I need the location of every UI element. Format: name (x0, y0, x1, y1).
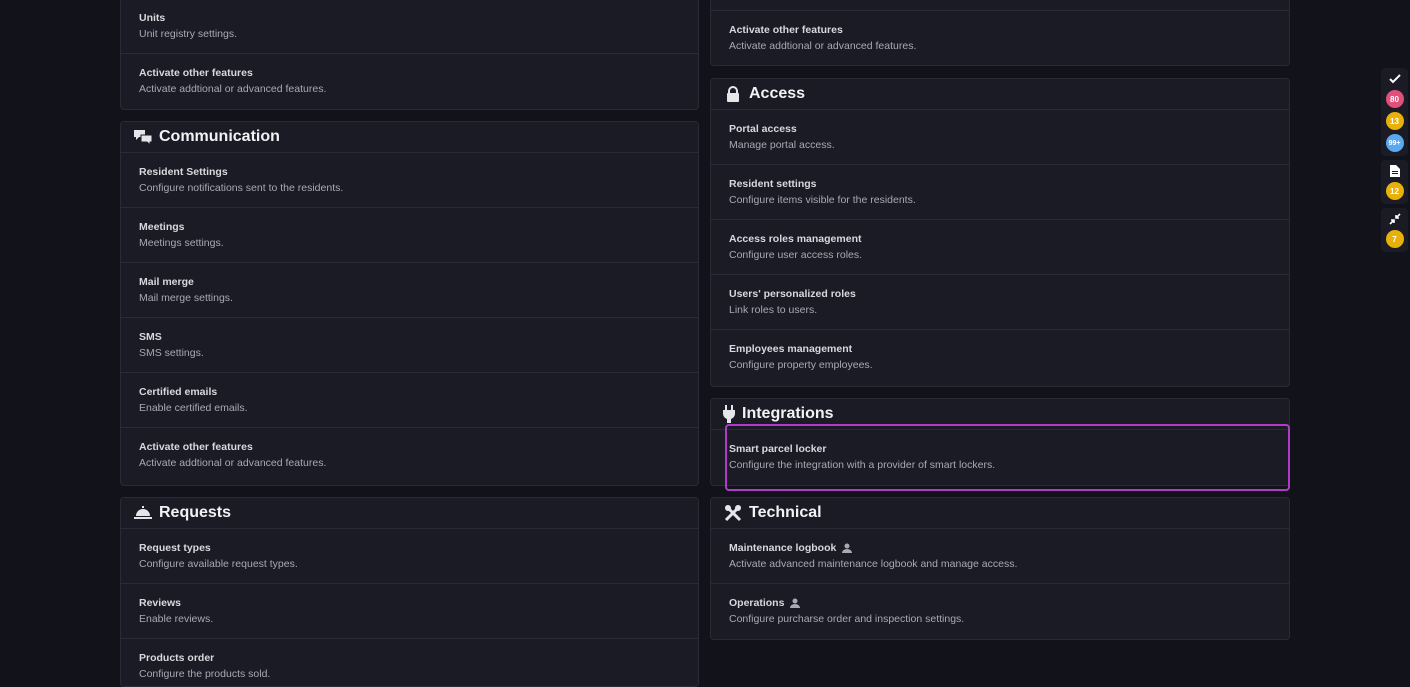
item-description: Enable certified emails. (139, 402, 248, 414)
item-description: Configure property employees. (729, 359, 873, 371)
item-description: Activate addtional or advanced features. (139, 83, 327, 95)
item-title: Resident Settings (139, 166, 228, 178)
item-title: Users' personalized roles (729, 288, 856, 300)
technical-title: Technical (749, 504, 822, 521)
side-rail: 80 13 99+ 12 7 (1381, 68, 1408, 252)
settings-item-units[interactable]: Units Unit registry settings. (121, 0, 698, 54)
settings-item-hidden (711, 0, 1289, 11)
item-description: Mail merge settings. (139, 292, 233, 304)
documents-group: 12 (1381, 160, 1408, 204)
settings-item-meetings[interactable]: Meetings Meetings settings. (121, 208, 698, 263)
item-title: Maintenance logbook (729, 542, 1271, 554)
requests-panel: Requests Request types Configure availab… (120, 497, 699, 687)
settings-item-sms[interactable]: SMS SMS settings. (121, 318, 698, 373)
settings-item-request-types[interactable]: Request types Configure available reques… (121, 529, 698, 584)
item-title: Activate other features (139, 67, 253, 79)
item-title: SMS (139, 331, 162, 343)
item-description: Configure available request types. (139, 558, 298, 570)
item-description: Configure purcharse order and inspection… (729, 613, 965, 625)
badge-red[interactable]: 80 (1385, 90, 1404, 108)
settings-item-access-roles[interactable]: Access roles management Configure user a… (711, 220, 1289, 275)
document-icon[interactable] (1386, 164, 1404, 178)
access-header: Access (711, 79, 1289, 110)
settings-item-smart-parcel-locker[interactable]: Smart parcel locker Configure the integr… (711, 430, 1289, 485)
item-title: Activate other features (139, 441, 253, 453)
item-description: Activate addtional or advanced features. (139, 457, 327, 469)
badge-yellow[interactable]: 12 (1385, 182, 1404, 200)
user-icon (790, 598, 801, 608)
item-title: Units (139, 12, 166, 24)
integrations-title: Integrations (742, 405, 834, 422)
settings-item-activate-features[interactable]: Activate other features Activate addtion… (711, 11, 1289, 65)
user-icon (842, 543, 853, 553)
technical-panel: Technical Maintenance logbook Activate a… (710, 497, 1290, 640)
tools-icon (722, 504, 744, 522)
item-title: Activate other features (729, 24, 843, 36)
item-description: Configure items visible for the resident… (729, 194, 916, 206)
badge-blue[interactable]: 99+ (1385, 134, 1404, 152)
tasks-group: 80 13 99+ (1381, 68, 1408, 156)
badge-yellow[interactable]: 13 (1385, 112, 1404, 130)
settings-item-resident-settings[interactable]: Resident settings Configure items visibl… (711, 165, 1289, 220)
settings-item-operations[interactable]: Operations Configure purcharse order and… (711, 584, 1289, 639)
settings-item-personalized-roles[interactable]: Users' personalized roles Link roles to … (711, 275, 1289, 330)
item-description: Activate advanced maintenance logbook an… (729, 558, 1018, 570)
settings-item-resident-settings[interactable]: Resident Settings Configure notification… (121, 153, 698, 208)
settings-panel-previous-tail: Activate other features Activate addtion… (710, 0, 1290, 66)
settings-panel-general-tail: Units Unit registry settings. Activate o… (120, 0, 699, 110)
requests-header: Requests (121, 498, 698, 529)
item-title: Access roles management (729, 233, 862, 245)
integrations-panel: Integrations Smart parcel locker Configu… (710, 398, 1290, 486)
item-description: Link roles to users. (729, 304, 818, 316)
item-description: Configure the integration with a provide… (729, 459, 996, 471)
badge-yellow[interactable]: 7 (1385, 230, 1404, 248)
settings-item-portal-access[interactable]: Portal access Manage portal access. (711, 110, 1289, 165)
settings-item-reviews[interactable]: Reviews Enable reviews. (121, 584, 698, 639)
settings-item-certified-emails[interactable]: Certified emails Enable certified emails… (121, 373, 698, 428)
settings-item-maintenance-logbook[interactable]: Maintenance logbook Activate advanced ma… (711, 529, 1289, 584)
integrations-header: Integrations (711, 399, 1289, 430)
technical-header: Technical (711, 498, 1289, 529)
chat-bubbles-icon (132, 128, 154, 146)
item-title: Employees management (729, 343, 853, 355)
checkmark-icon[interactable] (1386, 72, 1404, 86)
communication-title: Communication (159, 128, 280, 145)
item-description: Unit registry settings. (139, 28, 238, 40)
lock-icon (722, 85, 744, 103)
communication-header: Communication (121, 122, 698, 153)
item-title: Mail merge (139, 276, 194, 288)
settings-item-employees-management[interactable]: Employees management Configure property … (711, 330, 1289, 385)
settings-item-activate-features[interactable]: Activate other features Activate addtion… (121, 54, 698, 109)
item-description: Configure notifications sent to the resi… (139, 182, 344, 194)
settings-item-activate-features[interactable]: Activate other features Activate addtion… (121, 428, 698, 483)
access-title: Access (749, 85, 806, 102)
item-title: Portal access (729, 123, 797, 135)
collapse-group: 7 (1381, 208, 1408, 252)
communication-panel: Communication Resident Settings Configur… (120, 121, 699, 486)
settings-item-mail-merge[interactable]: Mail merge Mail merge settings. (121, 263, 698, 318)
item-description: Enable reviews. (139, 613, 214, 625)
item-title: Reviews (139, 597, 182, 609)
service-bell-icon (132, 504, 154, 522)
item-title: Resident settings (729, 178, 817, 190)
item-title: Products order (139, 652, 215, 664)
item-title: Operations (729, 597, 1271, 609)
item-description: Meetings settings. (139, 237, 224, 249)
item-description: Configure the products sold. (139, 668, 271, 680)
item-description: Manage portal access. (729, 139, 835, 151)
item-title: Meetings (139, 221, 185, 233)
item-title: Certified emails (139, 386, 218, 398)
item-description: SMS settings. (139, 347, 204, 359)
item-title-text: Maintenance logbook (729, 542, 837, 554)
item-description: Activate addtional or advanced features. (729, 40, 917, 52)
access-panel: Access Portal access Manage portal acces… (710, 78, 1290, 387)
item-description: Configure user access roles. (729, 249, 863, 261)
item-title-text: Operations (729, 597, 785, 609)
item-title: Request types (139, 542, 211, 554)
plug-icon (721, 405, 737, 423)
compress-icon[interactable] (1386, 212, 1404, 226)
item-title: Smart parcel locker (729, 443, 827, 455)
requests-title: Requests (159, 504, 232, 521)
